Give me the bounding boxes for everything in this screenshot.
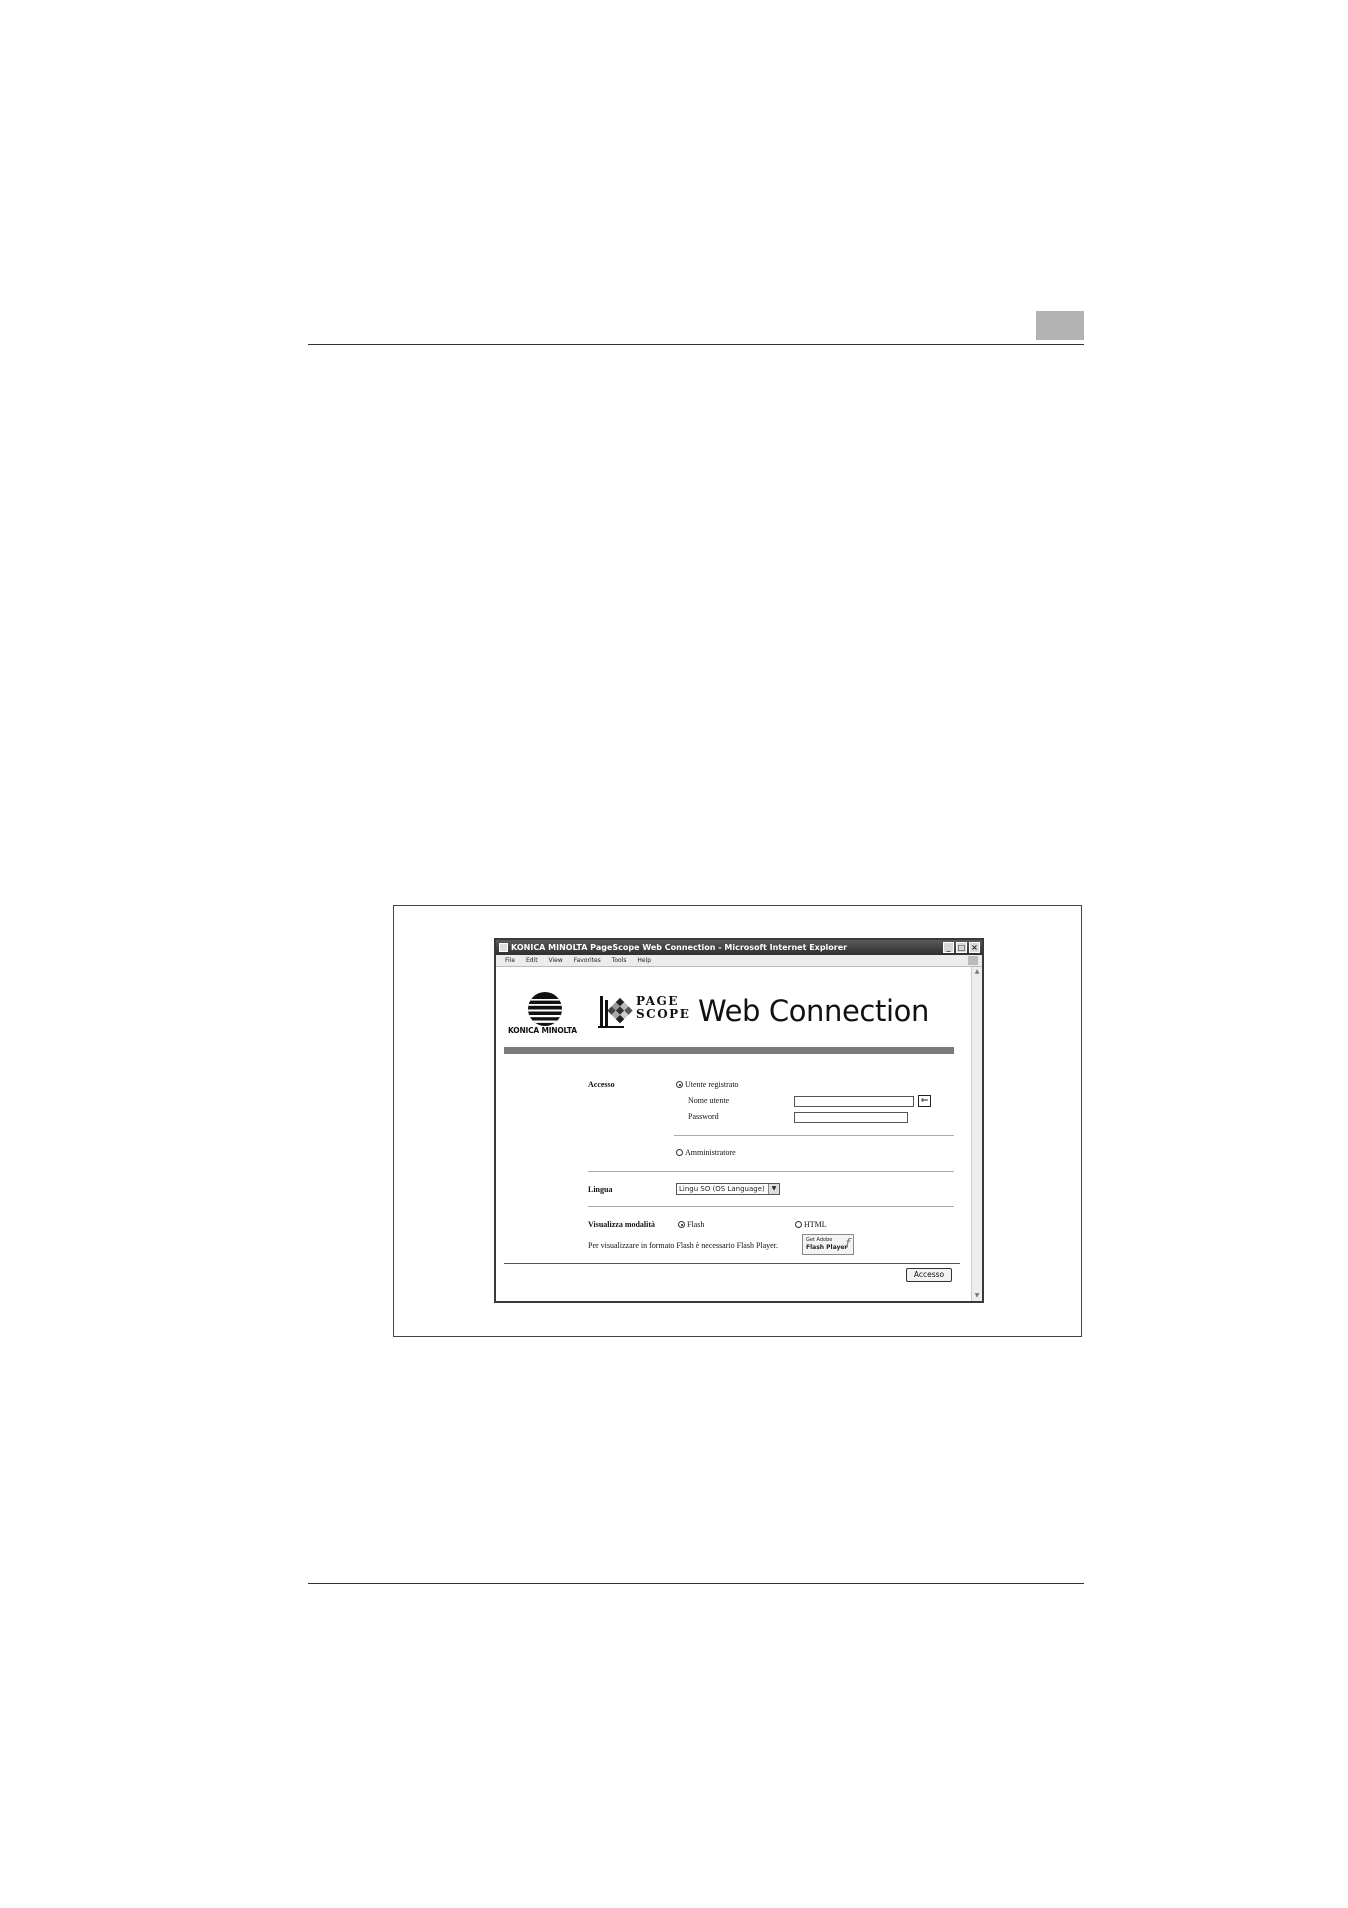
divider — [588, 1171, 954, 1172]
footer-rule — [308, 1583, 1084, 1584]
menu-file[interactable]: File — [505, 957, 515, 964]
get-flash-player-badge[interactable]: Get Adobe Flash Player f — [802, 1234, 854, 1255]
browser-window: KONICA MINOLTA PageScope Web Connection … — [494, 938, 984, 1303]
administrator-radio[interactable] — [676, 1149, 683, 1156]
registered-user-option: Utente registrato — [685, 1080, 739, 1089]
flash-note: Per visualizzare in formato Flash è nece… — [588, 1241, 778, 1250]
scroll-up-icon[interactable]: ▲ — [973, 968, 981, 976]
username-input[interactable] — [794, 1096, 914, 1107]
menu-help[interactable]: Help — [637, 957, 651, 964]
window-title: KONICA MINOLTA PageScope Web Connection … — [511, 943, 848, 952]
html-radio[interactable] — [795, 1221, 802, 1228]
scroll-down-icon[interactable]: ▼ — [973, 1292, 981, 1300]
menu-edit[interactable]: Edit — [526, 957, 538, 964]
flash-badge-line1: Get Adobe — [806, 1237, 833, 1243]
keyboard-input-icon[interactable]: ⇐ — [918, 1095, 931, 1107]
language-selected-value: Lingu SO (OS Language) — [679, 1185, 765, 1193]
menu-bar: File Edit View Favorites Tools Help — [496, 955, 982, 967]
product-title: Web Connection — [698, 994, 929, 1028]
html-option: HTML — [804, 1220, 827, 1229]
language-label: Lingua — [588, 1185, 613, 1194]
chapter-tab — [1036, 311, 1084, 340]
ie-icon — [499, 943, 508, 952]
divider — [588, 1206, 954, 1207]
password-label: Password — [688, 1112, 719, 1121]
menu-tools[interactable]: Tools — [612, 957, 627, 964]
windows-logo-icon — [968, 956, 978, 965]
password-input[interactable] — [794, 1112, 908, 1123]
flash-badge-line2: Flash Player — [806, 1244, 848, 1251]
flash-f-icon: f — [845, 1237, 850, 1252]
administrator-option: Amministratore — [685, 1148, 736, 1157]
pagescope-mark-icon — [598, 996, 633, 1028]
close-icon[interactable]: × — [969, 942, 980, 953]
pagescope-wordmark: PAGE SCOPE — [636, 995, 690, 1021]
minimize-icon[interactable]: _ — [943, 942, 954, 953]
company-name: KONICA MINOLTA — [508, 1026, 577, 1035]
display-mode-label: Visualizza modalità — [588, 1220, 656, 1229]
menu-view[interactable]: View — [549, 957, 563, 964]
document-page: { "browser": { "title": "KONICA MINOLTA … — [0, 0, 1348, 1908]
login-submit-button[interactable]: Accesso — [906, 1268, 952, 1282]
language-select[interactable]: Lingu SO (OS Language) ▼ — [676, 1183, 780, 1195]
registered-user-radio[interactable] — [676, 1081, 683, 1088]
divider — [674, 1135, 954, 1136]
window-titlebar[interactable]: KONICA MINOLTA PageScope Web Connection … — [496, 940, 982, 955]
flash-option: Flash — [687, 1220, 705, 1229]
pagescope-word-scope: SCOPE — [636, 1007, 691, 1021]
vertical-scrollbar[interactable]: ▲ ▼ — [971, 967, 982, 1301]
menu-favorites[interactable]: Favorites — [574, 957, 601, 964]
username-label: Nome utente — [688, 1096, 730, 1105]
divider — [504, 1263, 960, 1264]
banner-bar — [504, 1047, 954, 1054]
flash-radio[interactable] — [678, 1221, 685, 1228]
maximize-icon[interactable]: □ — [956, 942, 967, 953]
chevron-down-icon[interactable]: ▼ — [768, 1184, 779, 1194]
header-rule — [308, 344, 1084, 345]
access-label: Accesso — [588, 1080, 615, 1089]
